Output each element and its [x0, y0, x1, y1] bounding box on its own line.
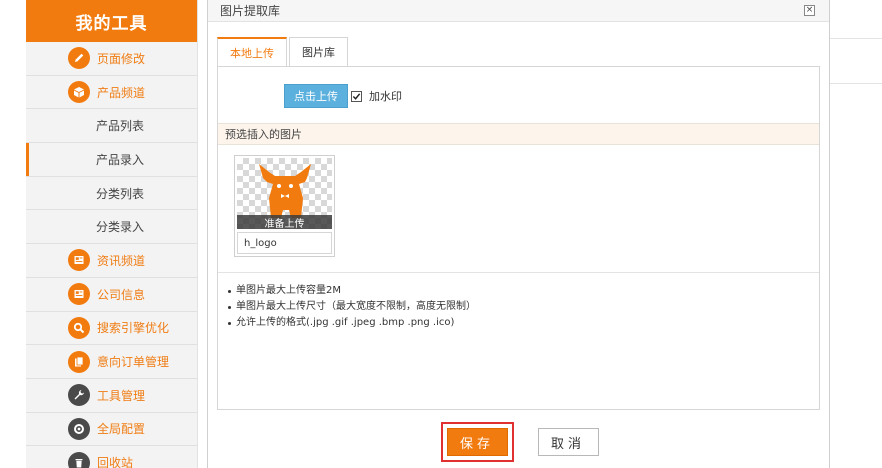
- bullet-icon: [228, 289, 231, 293]
- news-icon: [68, 249, 90, 272]
- note-item: 允许上传的格式(.jpg .gif .jpeg .bmp .png .ico): [228, 315, 476, 331]
- save-button[interactable]: 保存: [446, 428, 508, 456]
- info-icon: [68, 283, 90, 306]
- sidebar-item-label: 产品列表: [96, 119, 145, 134]
- sidebar-item-product-entry[interactable]: 产品录入: [26, 143, 197, 177]
- bullet-icon: [228, 305, 231, 309]
- save-highlight-box: 保存: [440, 422, 514, 462]
- note-item: 单图片最大上传尺寸（最大宽度不限制，高度无限制）: [228, 299, 476, 315]
- sidebar-item-page-edit[interactable]: 页面修改: [26, 42, 197, 76]
- tab-local-upload[interactable]: 本地上传: [217, 37, 287, 66]
- upload-row: 点击上传 加水印: [284, 84, 402, 108]
- sidebar-title: 我的工具: [26, 0, 197, 42]
- sidebar-item-label: 搜索引擎优化: [97, 321, 170, 336]
- note-text: 允许上传的格式(.jpg .gif .jpeg .bmp .png .ico): [236, 317, 455, 328]
- sidebar-item-product-list[interactable]: 产品列表: [26, 109, 197, 144]
- note-text: 单图片最大上传容量2M: [236, 285, 341, 296]
- preview-section-header: 预选插入的图片: [218, 123, 819, 145]
- image-thumbnail-card[interactable]: 准备上传 h_logo: [234, 155, 335, 257]
- tab-image-library[interactable]: 图片库: [289, 37, 348, 66]
- sidebar-item-label: 页面修改: [97, 51, 146, 66]
- sidebar-item-label: 意向订单管理: [97, 355, 170, 370]
- sidebar-item-tools[interactable]: 工具管理: [26, 379, 197, 413]
- box-icon: [68, 81, 90, 104]
- dialog-title: 图片提取库: [208, 0, 829, 22]
- sidebar-item-label: 资讯频道: [97, 253, 146, 268]
- sidebar-item-label: 分类录入: [96, 220, 145, 235]
- sidebar-item-news-channel[interactable]: 资讯频道: [26, 244, 197, 278]
- sidebar-item-label: 分类列表: [96, 186, 145, 201]
- bullet-icon: [228, 321, 231, 325]
- cancel-button[interactable]: 取消: [537, 428, 599, 456]
- background-divider: [830, 83, 882, 84]
- preview-area: 准备上传 h_logo: [218, 145, 819, 273]
- sidebar-item-label: 产品录入: [96, 152, 145, 167]
- watermark-label: 加水印: [369, 90, 402, 103]
- sidebar-item-label: 工具管理: [97, 388, 146, 403]
- note-item: 单图片最大上传容量2M: [228, 283, 476, 299]
- upload-panel: 点击上传 加水印 预选插入的图片 准备上传 h_logo 单图片最大上传容量2M…: [217, 66, 820, 410]
- sidebar-item-category-entry[interactable]: 分类录入: [26, 210, 197, 245]
- sidebar-item-label: 全局配置: [97, 422, 146, 437]
- sidebar-item-orders[interactable]: 意向订单管理: [26, 345, 197, 379]
- sidebar: 我的工具 页面修改 产品频道 产品列表 产品录入 分类列表 分类录入 资讯频道 …: [26, 0, 198, 468]
- close-icon[interactable]: ×: [804, 5, 815, 16]
- dialog-footer: 保存 取消: [208, 422, 831, 462]
- sidebar-item-label: 回收站: [97, 456, 134, 468]
- image-name-field[interactable]: h_logo: [237, 232, 332, 254]
- image-thumbnail: 准备上传: [237, 158, 332, 229]
- sidebar-item-seo[interactable]: 搜索引擎优化: [26, 312, 197, 346]
- background-divider: [830, 38, 882, 39]
- sidebar-item-category-list[interactable]: 分类列表: [26, 177, 197, 211]
- upload-button[interactable]: 点击上传: [284, 84, 348, 108]
- search-icon: [68, 316, 90, 339]
- pencil-icon: [68, 47, 90, 70]
- sidebar-item-label: 产品频道: [97, 85, 146, 100]
- sidebar-item-product-channel[interactable]: 产品频道: [26, 76, 197, 110]
- sidebar-item-recycle-bin[interactable]: 回收站: [26, 446, 197, 468]
- checkmark-icon: [352, 92, 361, 100]
- note-text: 单图片最大上传尺寸（最大宽度不限制，高度无限制）: [236, 301, 476, 312]
- trash-icon: [68, 451, 90, 468]
- sidebar-item-label: 公司信息: [97, 287, 146, 302]
- upload-status-label: 准备上传: [237, 215, 332, 229]
- sidebar-item-company-info[interactable]: 公司信息: [26, 278, 197, 312]
- gear-icon: [68, 417, 90, 440]
- page-background-left: [0, 0, 26, 468]
- wrench-icon: [68, 384, 90, 407]
- orders-icon: [68, 350, 90, 373]
- sidebar-item-global-config[interactable]: 全局配置: [26, 413, 197, 447]
- image-library-dialog: 图片提取库 × 本地上传 图片库 点击上传 加水印 预选插入的图片 准备上传 h…: [207, 0, 830, 468]
- watermark-checkbox[interactable]: [351, 90, 362, 102]
- upload-notes: 单图片最大上传容量2M 单图片最大上传尺寸（最大宽度不限制，高度无限制） 允许上…: [228, 283, 476, 331]
- page-background-right: [830, 0, 882, 468]
- dialog-tabs: 本地上传 图片库: [217, 37, 350, 66]
